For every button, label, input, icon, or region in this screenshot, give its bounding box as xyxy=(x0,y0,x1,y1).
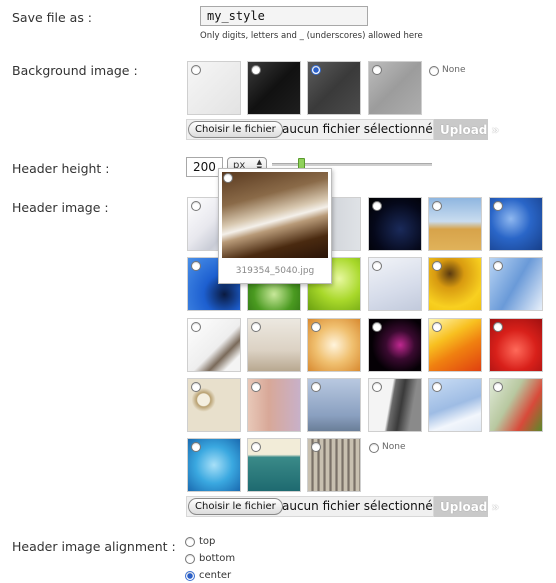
header-radio-12[interactable] xyxy=(493,261,503,271)
header-tile-4[interactable] xyxy=(368,197,422,251)
header-tile-10[interactable] xyxy=(368,257,422,311)
header-tile-11[interactable] xyxy=(428,257,482,311)
header-tile-26[interactable] xyxy=(247,438,301,492)
bg-upload-button[interactable]: Upload » xyxy=(434,119,499,140)
header-radio-1[interactable] xyxy=(191,201,201,211)
header-height-slider-track[interactable] xyxy=(272,163,432,166)
header-tile-25[interactable] xyxy=(187,438,241,492)
header-tile-16[interactable] xyxy=(368,318,422,372)
header-radio-26[interactable] xyxy=(251,442,261,452)
header-radio-none[interactable] xyxy=(369,443,379,453)
header-no-file-label: aucun fichier sélectionné xyxy=(282,499,433,513)
header-tile-13[interactable] xyxy=(187,318,241,372)
bg-no-file-label: aucun fichier sélectionné xyxy=(282,122,433,136)
align-label-center: center xyxy=(199,570,232,581)
header-tile-22[interactable] xyxy=(368,378,422,432)
header-radio-17[interactable] xyxy=(432,322,442,332)
align-radio-top[interactable] xyxy=(185,537,195,547)
save-file-hint: Only digits, letters and _ (underscores)… xyxy=(200,31,423,41)
background-image-label: Background image : xyxy=(12,63,138,78)
header-tile-5[interactable] xyxy=(428,197,482,251)
align-radio-center[interactable] xyxy=(185,571,195,581)
header-radio-7[interactable] xyxy=(191,261,201,271)
header-tile-12[interactable] xyxy=(489,257,543,311)
header-radio-27[interactable] xyxy=(311,442,321,452)
header-height-label: Header height : xyxy=(12,161,110,176)
header-choose-file-button[interactable]: Choisir le fichier xyxy=(188,498,283,515)
header-radio-13[interactable] xyxy=(191,322,201,332)
header-image-alignment-label: Header image alignment : xyxy=(12,539,176,554)
header-radio-5[interactable] xyxy=(432,201,442,211)
align-label-bottom: bottom xyxy=(199,553,236,564)
header-tile-18[interactable] xyxy=(489,318,543,372)
header-tile-27[interactable] xyxy=(307,438,361,492)
header-upload-button[interactable]: Upload » xyxy=(434,496,499,517)
bg-tile-grey[interactable] xyxy=(368,61,422,115)
header-tile-23[interactable] xyxy=(428,378,482,432)
bg-radio-1[interactable] xyxy=(191,65,201,75)
bg-tile-black[interactable] xyxy=(247,61,301,115)
header-tile-14[interactable] xyxy=(247,318,301,372)
header-radio-14[interactable] xyxy=(251,322,261,332)
bg-radio-4[interactable] xyxy=(372,65,382,75)
preview-filename: 319354_5040.jpg xyxy=(235,266,315,276)
header-image-preview-popup: 319354_5040.jpg xyxy=(218,168,332,284)
header-radio-18[interactable] xyxy=(493,322,503,332)
bg-none-label: None xyxy=(442,65,466,75)
header-radio-10[interactable] xyxy=(372,261,382,271)
header-radio-20[interactable] xyxy=(251,382,261,392)
header-radio-15[interactable] xyxy=(311,322,321,332)
preview-radio[interactable] xyxy=(223,173,233,183)
bg-radio-2[interactable] xyxy=(251,65,261,75)
header-radio-22[interactable] xyxy=(372,382,382,392)
header-image-label: Header image : xyxy=(12,200,109,215)
save-file-label: Save file as : xyxy=(12,10,93,25)
header-tile-19[interactable] xyxy=(187,378,241,432)
save-file-input[interactable]: my_style xyxy=(200,6,368,26)
header-radio-6[interactable] xyxy=(493,201,503,211)
header-radio-11[interactable] xyxy=(432,261,442,271)
align-radio-bottom[interactable] xyxy=(185,554,195,564)
bg-tile-light[interactable] xyxy=(187,61,241,115)
header-radio-4[interactable] xyxy=(372,201,382,211)
header-tile-15[interactable] xyxy=(307,318,361,372)
header-radio-19[interactable] xyxy=(191,382,201,392)
header-tile-6[interactable] xyxy=(489,197,543,251)
header-radio-23[interactable] xyxy=(432,382,442,392)
bg-choose-file-button[interactable]: Choisir le fichier xyxy=(188,121,283,138)
header-tile-24[interactable] xyxy=(489,378,543,432)
header-radio-25[interactable] xyxy=(191,442,201,452)
header-radio-16[interactable] xyxy=(372,322,382,332)
bg-radio-none[interactable] xyxy=(429,66,439,76)
header-none-label: None xyxy=(382,442,406,452)
header-tile-21[interactable] xyxy=(307,378,361,432)
preview-image xyxy=(222,172,328,258)
header-tile-20[interactable] xyxy=(247,378,301,432)
header-tile-17[interactable] xyxy=(428,318,482,372)
align-label-top: top xyxy=(199,536,216,547)
header-radio-21[interactable] xyxy=(311,382,321,392)
bg-radio-3[interactable] xyxy=(311,65,321,75)
header-radio-24[interactable] xyxy=(493,382,503,392)
bg-tile-dark-grey[interactable] xyxy=(307,61,361,115)
